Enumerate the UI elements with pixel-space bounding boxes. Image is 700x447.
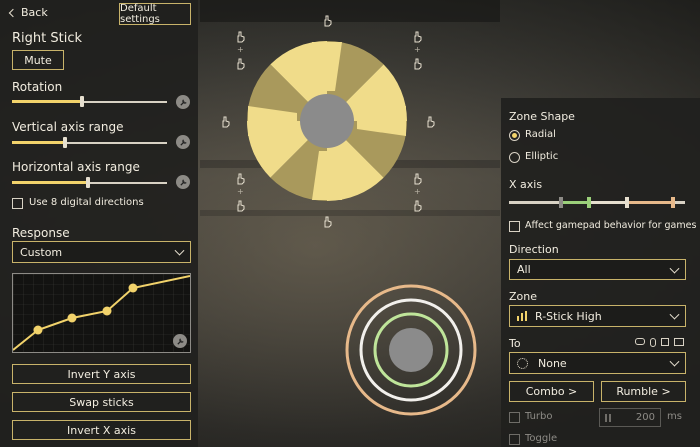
direction-label: Direction: [509, 243, 559, 256]
default-settings-button[interactable]: Default settings: [119, 3, 191, 25]
response-value: Custom: [20, 245, 63, 259]
chevron-down-icon: [669, 263, 680, 274]
rotation-slider-thumb[interactable]: [80, 96, 84, 107]
plus-icon: +: [414, 45, 421, 54]
response-curve-graph[interactable]: [12, 273, 191, 353]
dotted-circle-icon: [517, 357, 528, 369]
hand-icon-top-left-a[interactable]: [234, 31, 246, 43]
affect-gamepad-checkbox[interactable]: [509, 221, 520, 232]
rumble-label: Rumble >: [616, 385, 671, 398]
playstation-icon[interactable]: [661, 338, 669, 346]
back-label: Back: [21, 6, 48, 19]
hand-icon-top[interactable]: [321, 15, 333, 27]
invert-y-label: Invert Y axis: [67, 367, 136, 381]
plus-icon: +: [237, 45, 244, 54]
invert-y-button[interactable]: Invert Y axis: [12, 364, 191, 384]
turbo-checkbox[interactable]: [509, 412, 520, 423]
radial-radio[interactable]: [509, 130, 520, 141]
bar-chart-icon: [517, 311, 527, 321]
invert-x-label: Invert X axis: [67, 423, 136, 437]
invert-x-button[interactable]: Invert X axis: [12, 420, 191, 440]
vertical-wrench-icon[interactable]: [176, 135, 190, 149]
plus-icon: +: [237, 187, 244, 196]
chevron-down-icon: [174, 245, 185, 256]
horizontal-slider-thumb[interactable]: [86, 177, 90, 188]
to-dropdown[interactable]: None: [509, 352, 686, 374]
radial-label: Radial: [525, 129, 556, 140]
gamepad-icon[interactable]: [635, 338, 645, 345]
section-title: Right Stick: [12, 31, 83, 46]
horizontal-wrench-icon[interactable]: [176, 175, 190, 189]
hand-icon-top-right-b[interactable]: [411, 58, 423, 70]
chevron-left-icon: [8, 8, 18, 17]
horizontal-axis-label: Horizontal axis range: [12, 160, 140, 174]
turbo-label: Turbo: [525, 411, 553, 422]
direction-dropdown[interactable]: All: [509, 259, 686, 280]
direction-wheel[interactable]: [247, 41, 407, 201]
macro-icon[interactable]: [674, 338, 684, 346]
digital-directions-checkbox[interactable]: [12, 198, 23, 209]
x-axis-slider[interactable]: [509, 197, 685, 209]
output-type-icons: [635, 338, 684, 347]
vertical-axis-label: Vertical axis range: [12, 120, 124, 134]
direction-value: All: [517, 263, 531, 276]
chevron-down-icon: [669, 309, 680, 320]
zone-value: R-Stick High: [535, 309, 602, 323]
response-label: Response: [12, 226, 70, 240]
to-value: None: [538, 356, 567, 370]
toggle-label: Toggle: [525, 433, 558, 444]
rotation-wrench-icon[interactable]: [176, 95, 190, 109]
hand-icon-bottom-right-a[interactable]: [411, 173, 423, 185]
hand-icon-top-right-a[interactable]: [411, 31, 423, 43]
toggle-checkbox[interactable]: [509, 434, 520, 445]
digital-directions-label: Use 8 digital directions: [29, 197, 144, 208]
hand-icon-right[interactable]: [424, 116, 436, 128]
chevron-down-icon: [669, 356, 680, 367]
zone-dropdown[interactable]: R-Stick High: [509, 305, 686, 327]
turbo-unit: ms: [667, 411, 682, 422]
stick-visualizer: [345, 284, 477, 416]
left-panel: Back Right Stick Mute Rotation Vertical …: [0, 0, 198, 447]
plus-icon: +: [414, 187, 421, 196]
zone-label: Zone: [509, 290, 538, 303]
hand-icon-top-left-b[interactable]: [234, 58, 246, 70]
combo-label: Combo >: [525, 385, 578, 398]
affect-gamepad-label: Affect gamepad behavior for games: [525, 220, 697, 231]
swap-sticks-button[interactable]: Swap sticks: [12, 392, 191, 412]
swap-sticks-label: Swap sticks: [69, 395, 134, 409]
hand-icon-bottom[interactable]: [321, 216, 333, 228]
rumble-button[interactable]: Rumble >: [601, 381, 686, 402]
zone-shape-label: Zone Shape: [509, 110, 575, 123]
curve-wrench-icon[interactable]: [173, 334, 187, 348]
back-button[interactable]: Back: [8, 6, 48, 19]
hand-icon-bottom-right-b[interactable]: [411, 200, 423, 212]
elliptic-label: Elliptic: [525, 151, 559, 162]
mute-label: Mute: [24, 53, 52, 67]
horizontal-slider-fill: [12, 181, 88, 184]
hand-icon-bottom-left-a[interactable]: [234, 173, 246, 185]
hand-icon-left[interactable]: [219, 116, 231, 128]
turbo-value: 200: [635, 412, 655, 423]
x-axis-label: X axis: [509, 178, 543, 191]
combo-button[interactable]: Combo >: [509, 381, 594, 402]
response-dropdown[interactable]: Custom: [12, 241, 191, 263]
mouse-icon[interactable]: [650, 338, 656, 347]
to-label: To: [509, 337, 521, 350]
vertical-slider-thumb[interactable]: [63, 137, 67, 148]
rotation-label: Rotation: [12, 80, 63, 94]
rotation-slider-fill: [12, 100, 82, 103]
pause-icon: [605, 413, 611, 422]
hand-icon-bottom-left-b[interactable]: [234, 200, 246, 212]
elliptic-radio[interactable]: [509, 152, 520, 163]
right-panel-content: Zone Shape Radial Elliptic X axis Affect…: [501, 0, 700, 447]
default-settings-label: Default settings: [120, 3, 160, 25]
mute-button[interactable]: Mute: [12, 50, 64, 70]
vertical-slider-fill: [12, 141, 65, 144]
turbo-input[interactable]: 200: [599, 408, 661, 427]
